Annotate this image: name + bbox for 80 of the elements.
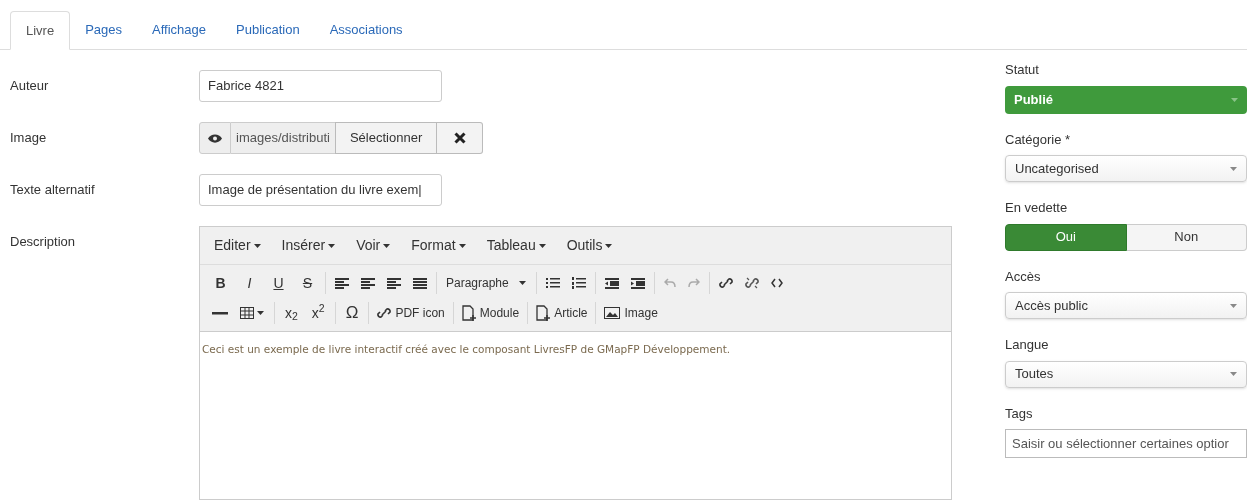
select-button[interactable]: Sélectionner: [334, 122, 438, 154]
eye-icon: [208, 133, 222, 143]
menu-item[interactable]: Insérer: [275, 235, 343, 256]
author-field[interactable]: Fabrice 4821: [199, 70, 442, 102]
caret-icon: [383, 243, 392, 248]
close-icon: [453, 132, 466, 144]
caret-icon: [328, 243, 337, 248]
image-icon: [604, 307, 621, 319]
menu-item[interactable]: Editer: [208, 235, 268, 256]
italic-button[interactable]: I: [235, 270, 264, 296]
field-label: Accès: [1005, 267, 1042, 286]
tab[interactable]: Pages: [70, 11, 138, 49]
indent-icon: [630, 277, 645, 289]
editor-text: Ceci est un exemple de livre interactif créé avec le composant LivresFP de GMapFP Développement.: [202, 342, 732, 357]
caret-icon: [538, 243, 547, 248]
subscript-button[interactable]: x$_{2}$: [278, 300, 305, 326]
justify-icon: [413, 277, 427, 289]
category-dropdown[interactable]: Uncategorised: [1005, 155, 1247, 182]
unlink-icon: [744, 276, 759, 290]
strikethrough-button[interactable]: S: [293, 270, 322, 296]
field-label: En vedette: [1005, 199, 1069, 217]
featured-toggle[interactable]: Non: [1126, 223, 1247, 251]
field-label: Auteur: [9, 77, 50, 95]
align-left-icon: [335, 277, 349, 289]
field-label: Texte alternatif: [9, 181, 96, 199]
caret-icon: [1230, 372, 1237, 376]
menu-item[interactable]: Voir: [350, 235, 398, 256]
tab[interactable]: Livre: [10, 11, 71, 50]
table-icon: [240, 307, 254, 319]
image-path-field[interactable]: images/distributi: [231, 122, 335, 154]
link-icon: [718, 276, 733, 290]
access-dropdown[interactable]: Accès public: [1005, 292, 1247, 319]
caret-icon: [458, 243, 467, 248]
menu-item[interactable]: Format: [405, 235, 473, 256]
field-label: Description: [9, 233, 77, 251]
numbered-list-icon: [571, 277, 586, 289]
tab[interactable]: Associations: [314, 11, 418, 49]
redo-icon: [687, 278, 700, 288]
article-button[interactable]: Article: [531, 300, 593, 326]
field-label: Catégorie *: [1005, 130, 1072, 149]
language-dropdown[interactable]: Toutes: [1005, 360, 1247, 388]
document-plus-icon: [536, 305, 551, 321]
tags-field[interactable]: Saisir ou sélectionner certaines optior: [1005, 429, 1247, 458]
special-character-button[interactable]: Ω: [338, 300, 366, 326]
alt-text-field[interactable]: Image de présentation du livre exem|: [199, 174, 442, 206]
horizontal-line-icon: [212, 311, 228, 315]
status-dropdown[interactable]: Publié: [1005, 85, 1247, 114]
underline-button[interactable]: U: [264, 270, 293, 296]
document-plus-icon: [461, 305, 476, 321]
bullet-list-icon: [545, 277, 560, 289]
pdf-icon-button[interactable]: PDF icon: [372, 300, 450, 326]
align-right-icon: [387, 277, 401, 289]
caret-icon: [605, 243, 614, 248]
module-button[interactable]: Module: [456, 300, 525, 326]
superscript-button[interactable]: x$^{2}$: [304, 300, 332, 326]
field-label: Image: [9, 129, 48, 147]
field-label: Tags: [1005, 404, 1034, 423]
code-icon: [770, 278, 783, 288]
paragraph-dropdown[interactable]: Paragraphe: [440, 270, 533, 296]
caret-icon: [1230, 303, 1237, 308]
outdent-icon: [604, 277, 619, 289]
caret-icon: [257, 311, 265, 315]
tab[interactable]: Affichage: [137, 11, 222, 49]
menu-item[interactable]: Outils: [560, 235, 620, 256]
field-label: Statut: [1005, 61, 1040, 79]
link-icon: [377, 306, 392, 320]
featured-toggle[interactable]: Oui: [1005, 223, 1127, 251]
image-button[interactable]: Image: [599, 300, 663, 326]
caret-icon: [1230, 166, 1237, 171]
menu-item[interactable]: Tableau: [480, 235, 553, 256]
caret-icon: [253, 243, 262, 248]
caret-icon: [1231, 97, 1238, 102]
field-label: Langue: [1005, 336, 1050, 354]
bold-button[interactable]: B: [206, 270, 235, 296]
preview-button[interactable]: [199, 122, 231, 154]
caret-icon: [518, 281, 527, 285]
clear-button[interactable]: [437, 122, 484, 154]
align-center-icon: [361, 277, 375, 289]
undo-icon: [663, 278, 676, 288]
tab[interactable]: Publication: [221, 11, 315, 49]
